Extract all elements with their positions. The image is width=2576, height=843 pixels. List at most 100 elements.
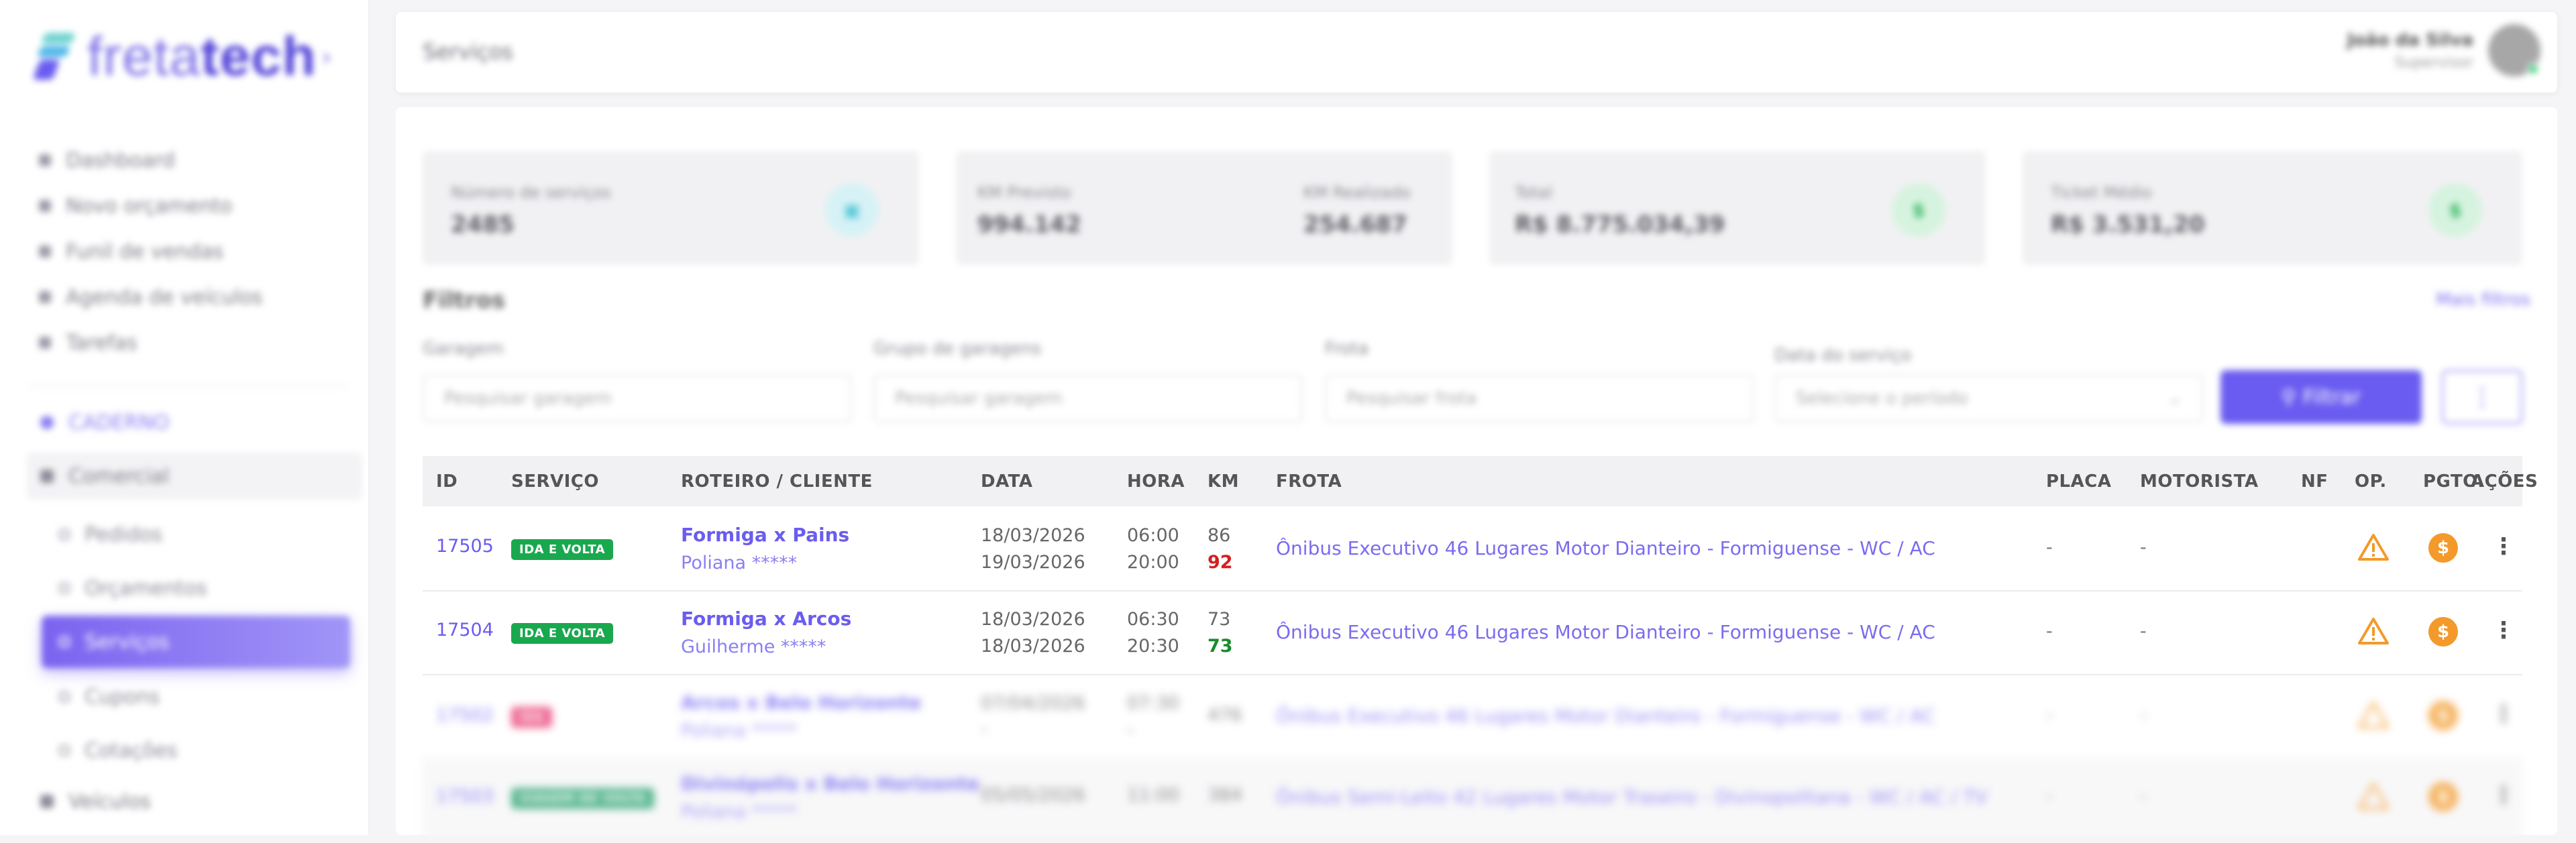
warning-icon[interactable] <box>2358 533 2389 566</box>
row-actions-icon[interactable]: ⋮ <box>2492 701 2515 728</box>
date-start: 07/04/2026 <box>981 693 1085 714</box>
bus-icon <box>40 795 54 808</box>
col-placa[interactable]: PLACA <box>2046 456 2111 506</box>
user-menu[interactable]: João da Silva Supervisor <box>2347 24 2540 76</box>
sidebar-subitem-pedidos[interactable]: Pedidos <box>42 508 350 561</box>
payment-icon[interactable]: $ <box>2428 533 2458 563</box>
col-nf[interactable]: NF <box>2301 456 2328 506</box>
collapse-chevron-icon[interactable]: › <box>322 44 331 71</box>
col-id[interactable]: ID <box>436 456 458 506</box>
garage-search-input[interactable]: Pesquisar garagem <box>423 374 852 423</box>
sidebar-item-vehicle-schedule[interactable]: Agenda de veículos <box>39 274 354 320</box>
brand-name-bold: tech <box>201 26 317 87</box>
col-motorista[interactable]: MOTORISTA <box>2140 456 2259 506</box>
sidebar-item-new-quote[interactable]: Novo orçamento <box>39 183 354 229</box>
brand-logo[interactable]: fretatech › <box>32 26 331 87</box>
payment-icon[interactable]: $ <box>2428 782 2458 811</box>
stat-value: 2485 <box>451 211 515 238</box>
row-actions-icon[interactable]: ⋮ <box>2492 782 2515 809</box>
fleet-link[interactable]: Ônibus Executivo 46 Lugares Motor Diante… <box>1276 621 1935 643</box>
route-link[interactable]: Divinópolis x Belo Horizonte <box>681 773 979 795</box>
fleet-link[interactable]: Ônibus Executivo 46 Lugares Motor Diante… <box>1276 705 1935 727</box>
bullet-icon <box>59 745 70 756</box>
more-filters-link[interactable]: Mais filtros <box>2436 290 2530 310</box>
fleet-search-input[interactable]: Pesquisar frota <box>1325 374 1754 423</box>
sidebar-item-dashboard[interactable]: Dashboard <box>39 137 354 183</box>
payment-icon[interactable]: $ <box>2428 701 2458 730</box>
garage-group-search-input[interactable]: Pesquisar garagem <box>873 374 1303 423</box>
user-role: Supervisor <box>2394 54 2473 71</box>
avatar[interactable] <box>2488 24 2540 76</box>
row-actions-icon[interactable]: ⋮ <box>2492 617 2515 644</box>
table-row[interactable]: 17503 VIAGEM DE VOLTA Divinópolis x Belo… <box>423 759 2522 843</box>
more-options-button[interactable]: ⋮ <box>2442 370 2522 424</box>
chevron-down-icon: ⌄ <box>2167 388 2182 408</box>
stat-card-ticket: Ticket Médio R$ 3.531,20 $ <box>2023 151 2522 265</box>
sidebar-item-veiculos[interactable]: Veículos <box>27 778 362 825</box>
group-label: Comercial <box>68 464 170 488</box>
warning-icon[interactable] <box>2358 617 2389 650</box>
service-type-badge: IDA E VOLTA <box>511 623 614 644</box>
service-id-link[interactable]: 17502 <box>436 705 494 726</box>
table-row[interactable]: 17502 IDA Arcos x Belo Horizonte Poliana… <box>423 675 2522 759</box>
sidebar: fretatech › Dashboard Novo orçamento Fun… <box>0 0 369 835</box>
col-hora[interactable]: HORA <box>1127 456 1185 506</box>
sidebar-section-caderno[interactable]: CADERNO <box>27 399 362 446</box>
warning-icon[interactable] <box>2358 782 2389 815</box>
garage-group-label: Grupo de garagens <box>873 339 1042 359</box>
sidebar-subitem-servicos[interactable]: Serviços <box>42 616 350 668</box>
time-start: 06:30 <box>1127 609 1179 630</box>
input-placeholder: Pesquisar frota <box>1346 388 1477 408</box>
dashboard-icon <box>39 154 51 166</box>
stat-label: KM Realizado <box>1303 183 1411 202</box>
route-link[interactable]: Arcos x Belo Horizonte <box>681 691 921 714</box>
table-row[interactable]: 17505 IDA E VOLTA Formiga x Pains Polian… <box>423 508 2522 592</box>
col-op[interactable]: OP. <box>2355 456 2387 506</box>
warning-icon[interactable] <box>2358 701 2389 734</box>
fleet-link[interactable]: Ônibus Executivo 46 Lugares Motor Diante… <box>1276 537 1935 559</box>
sidebar-subitem-cupons[interactable]: Cupons <box>42 671 350 723</box>
top-bar: Serviços João da Silva Supervisor <box>396 12 2557 93</box>
service-id-link[interactable]: 17505 <box>436 536 494 557</box>
km-planned: 73 <box>1208 609 1231 630</box>
service-type-badge: IDA <box>511 707 553 728</box>
stat-card-km: KM Previsto 994.142 KM Realizado 254.687 <box>956 151 1452 265</box>
col-acoes: AÇÕES <box>2471 471 2538 492</box>
time-end: 20:30 <box>1127 636 1179 657</box>
col-servico[interactable]: SERVIÇO <box>511 456 599 506</box>
route-link[interactable]: Formiga x Pains <box>681 524 849 546</box>
date-range-select[interactable]: Selecione o período ⌄ <box>1774 374 2204 423</box>
sidebar-item-tasks[interactable]: Tarefas <box>39 320 354 366</box>
col-data[interactable]: DATA <box>981 456 1033 506</box>
tasks-icon <box>39 337 51 349</box>
driver-value: - <box>2140 621 2147 642</box>
time-start: 07:30 <box>1127 693 1179 714</box>
user-name: João da Silva <box>2347 30 2473 50</box>
section-label: CADERNO <box>68 410 170 435</box>
col-km[interactable]: KM <box>1208 456 1239 506</box>
filter-button[interactable]: ⚲ Filtrar <box>2220 370 2422 424</box>
service-id-link[interactable]: 17503 <box>436 786 494 807</box>
col-roteiro[interactable]: ROTEIRO / CLIENTE <box>681 456 873 506</box>
briefcase-icon <box>40 469 54 483</box>
row-actions-icon[interactable]: ⋮ <box>2492 533 2515 560</box>
km-planned: 86 <box>1208 525 1231 546</box>
col-frota[interactable]: FROTA <box>1276 456 1342 506</box>
date-start: 05/05/2026 <box>981 785 1085 805</box>
filter-button-label: Filtrar <box>2302 385 2361 409</box>
sidebar-group-comercial[interactable]: Comercial <box>27 453 362 500</box>
route-link[interactable]: Formiga x Arcos <box>681 608 851 630</box>
edit-icon <box>39 200 51 212</box>
fleet-label: Frota <box>1325 339 1369 359</box>
sidebar-item-sales-funnel[interactable]: Funil de vendas <box>39 229 354 274</box>
fleet-link[interactable]: Ônibus Semi-Leito 42 Lugares Motor Trase… <box>1276 786 1988 808</box>
service-id-link[interactable]: 17504 <box>436 620 494 640</box>
briefcase-icon: ▣ <box>825 183 879 237</box>
client-name: Poliana ***** <box>681 553 798 573</box>
sidebar-item-label: Agenda de veículos <box>66 285 263 309</box>
sidebar-subitem-cotacoes[interactable]: Cotações <box>42 724 350 777</box>
table-row[interactable]: 17504 IDA E VOLTA Formiga x Arcos Guilhe… <box>423 592 2522 675</box>
service-type-badge: VIAGEM DE VOLTA <box>511 788 655 809</box>
payment-icon[interactable]: $ <box>2428 617 2458 647</box>
sidebar-subitem-orcamentos[interactable]: Orçamentos <box>42 562 350 614</box>
